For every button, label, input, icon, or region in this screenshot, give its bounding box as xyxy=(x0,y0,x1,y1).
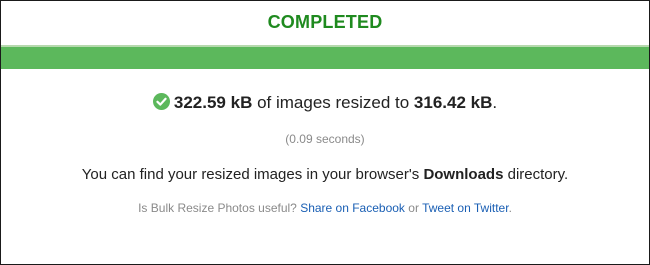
downloads-folder-name: Downloads xyxy=(423,166,504,183)
share-prompt: Is Bulk Resize Photos useful? Share on F… xyxy=(1,201,649,215)
share-end: . xyxy=(508,201,512,215)
summary-middle-text: of images resized to xyxy=(252,93,414,112)
original-size: 322.59 kB xyxy=(173,93,253,112)
progress-bar xyxy=(1,47,649,69)
share-on-facebook-link[interactable]: Share on Facebook xyxy=(300,201,405,215)
progress-bar-fill xyxy=(1,47,649,69)
resized-size: 316.42 kB xyxy=(413,93,493,112)
tweet-on-twitter-link[interactable]: Tweet on Twitter xyxy=(422,201,509,215)
resize-summary: 322.59 kB of images resized to 316.42 kB… xyxy=(1,93,649,113)
share-separator: or xyxy=(404,201,423,215)
processing-duration: (0.09 seconds) xyxy=(285,132,365,146)
summary-end-text: . xyxy=(492,93,498,112)
share-question: Is Bulk Resize Photos useful? xyxy=(138,201,301,215)
check-circle-icon xyxy=(152,93,170,110)
result-panel: COMPLETED 322.59 kB of images resized to… xyxy=(0,0,650,265)
downloads-info: You can find your resized images in your… xyxy=(1,166,649,183)
status-title: COMPLETED xyxy=(267,12,383,32)
downloads-info-after: directory. xyxy=(503,166,569,183)
downloads-info-before: You can find your resized images in your… xyxy=(81,166,424,183)
